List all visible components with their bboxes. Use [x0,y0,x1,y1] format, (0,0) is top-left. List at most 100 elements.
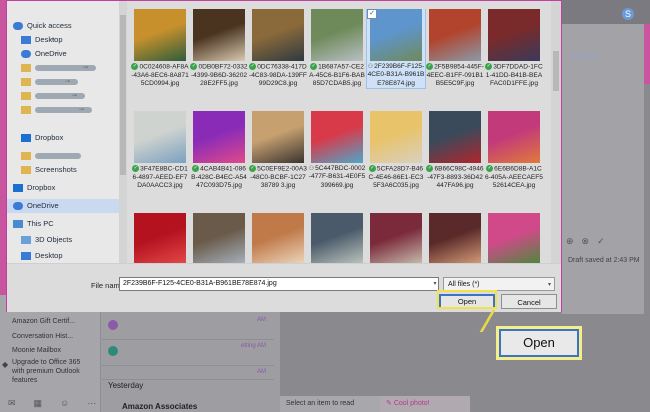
folder-icon [21,64,31,73]
file-name: ✓ 5CFA28D7-B46C-4E46-86E1-EC35F3A6C035.jp… [367,165,425,190]
sidebar-item[interactable]: ⊸ [7,61,96,75]
file-name-text: 6B66C98C-4946-47F3-8893-36D42447FA96.jpg [427,165,484,190]
sidebar-item[interactable]: Screenshots [7,163,77,177]
file-tile[interactable] [249,213,307,263]
sidebar-item-label: Dropbox [27,183,56,192]
synced-icon: ✓ [485,63,493,70]
skype-icon[interactable]: S [622,8,634,20]
draft-status: Draft saved at 2:43 PM [568,257,640,264]
file-tile[interactable]: ✓ 3DF7DDAD-1FC1-41DD-B41B-BEAFAC0D1FFE.jp… [485,9,543,88]
sidebar-item[interactable]: OneDrive ⊸ [7,47,67,61]
open-button-zoomed[interactable]: Open [499,329,579,357]
file-tile[interactable] [485,213,543,263]
computer-icon [13,220,23,229]
pin-icon[interactable]: ⊸ [65,75,70,89]
avatar [108,320,118,330]
sidebar-item[interactable]: Dropbox [7,181,55,195]
image-thumbnail [193,9,245,61]
sidebar-item[interactable]: This PC [7,217,54,231]
file-tile[interactable]: ✓ ⚇2F239B6F-F125-4CE0-B31A-B961BE78E874.j… [366,9,426,90]
sidebar-item-label: OneDrive [27,201,59,210]
image-thumbnail [193,213,245,263]
file-tile[interactable]: ⚇5C447BDC-0002-477F-B631-4E0F5399669.jpg [308,111,366,190]
sidebar-item-label [35,79,78,86]
file-name-text: 0DC76338-417D-4C83-98DA-139FF99D29C8.jpg [249,63,307,88]
file-tile[interactable] [131,213,189,263]
scrollbar-thumb[interactable] [553,51,559,91]
image-thumbnail [311,111,363,163]
upgrade-banner[interactable]: ◆ Upgrade to Office 365 with premium Outl… [2,358,92,385]
file-tile[interactable]: ✓ 3F47E8BC-CD16-4897-AEED-EF7DA0AACC3.jpg [131,111,189,190]
file-grid: ✓ 0C024608-AF8A-43A6-8EC6-8A8715CD0994.jp… [131,9,549,263]
file-name: ✓ 1B687A57-CE2A-45C6-B1F6-BAB85D7CDAB5.jp… [308,63,366,88]
sidebar-item[interactable]: ⊸ [7,75,78,89]
sidebar-item[interactable]: ⊸ [7,103,92,117]
reading-pane-hint: Select an item to read [280,396,380,412]
pin-icon[interactable]: ⊸ [79,103,84,117]
file-tile[interactable] [190,213,248,263]
message-row[interactable]: AM [102,365,274,380]
synced-icon: ✓ [192,165,200,172]
sender-name[interactable]: Amazon Associates [122,402,197,411]
file-name-text: 3DF7DDAD-1FC1-41DD-B41B-BEAFAC0D1FFE.jpg [485,63,543,88]
file-tile[interactable]: ✓ 1B687A57-CE2A-45C6-B1F6-BAB85D7CDAB5.jp… [308,9,366,88]
image-thumbnail [429,111,481,163]
file-type-select[interactable]: All files (*) ▾ [443,277,555,291]
nav-item-moonie-mailbox[interactable]: Moonie Mailbox [12,347,61,354]
sidebar-item[interactable]: Desktop ⊸ [7,33,63,47]
sidebar-item-label [35,93,85,100]
sidebar-item[interactable]: Dropbox [7,131,63,145]
synced-icon: ✓ [249,63,257,70]
sidebar-item-label: Quick access [27,21,72,30]
cancel-button[interactable]: Cancel [501,294,557,309]
draft-tab[interactable]: ✎ Cool photo! [380,396,470,412]
pin-icon[interactable]: ⊸ [83,61,88,75]
sidebar-item[interactable] [7,149,81,163]
file-tile[interactable] [308,213,366,263]
file-tile[interactable]: ✓ 0DB0BF72-0332-4399-9B6D-3620228E2FF5.jp… [190,9,248,88]
sidebar-item-label: Screenshots [35,165,77,174]
file-name-text: 0DB0BF72-0332-4399-9B6D-3620228E2FF5.jpg [190,63,248,88]
file-grid-scrollbar[interactable] [551,1,561,263]
file-name: ✓ 3DF7DDAD-1FC1-41DD-B41B-BEAFAC0D1FFE.jp… [485,63,543,88]
cc-bcc-links[interactable]: Cc Bcc [572,52,597,61]
message-row[interactable]: AM [102,313,274,340]
sidebar-item-label: Desktop [35,251,63,260]
file-tile[interactable]: ✓ 4CAB4B41-086B-428C-B4EC-A5447C093D75.jp… [190,111,248,190]
sidebar-item[interactable]: OneDrive [7,199,125,213]
file-tile[interactable]: ✓ 2F5B9854-445F-4EEC-B1FF-091B1B5E5C9F.jp… [426,9,484,88]
file-tile[interactable]: ✓ 6E6B6D8B-A1C6-405A-AEECAEF552614CEA.jpg [485,111,543,190]
filename-input[interactable] [119,277,439,291]
pin-icon[interactable]: ⊸ [49,33,54,47]
file-tile[interactable]: ✓ 0C024608-AF8A-43A6-8EC6-8A8715CD0994.jp… [131,9,189,88]
file-tile[interactable]: ✓ 5C0EF9E2-00A3-48C0-BCBF-1C2738789 3.jpg [249,111,307,190]
pin-icon[interactable]: ⊸ [54,47,59,61]
file-tile[interactable] [426,213,484,263]
navigation-pane: Quick access Desktop ⊸ OneDrive ⊸ ⊸ ⊸ ⊸ ⊸ Dropbox… [7,1,127,263]
image-thumbnail [370,111,422,163]
chevron-down-icon[interactable]: ▾ [430,277,440,291]
nav-item-conversation-history[interactable]: Conversation Hist... [12,333,73,340]
file-tile[interactable]: ✓ 0DC76338-417D-4C83-98DA-139FF99D29C8.jp… [249,9,307,88]
synced-icon: ✓ [132,165,140,172]
cube-icon [21,236,31,245]
pin-icon[interactable]: ⊸ [72,89,77,103]
sidebar-scrollbar[interactable] [119,1,127,263]
scrollbar-thumb[interactable] [120,15,126,175]
file-tile[interactable] [367,213,425,263]
file-name-text: 5CFA28D7-B46C-4E46-86E1-EC35F3A6C035.jpg [368,165,424,190]
synced-icon: ✓ [426,63,434,70]
file-tile[interactable]: ✓ 6B66C98C-4946-47F3-8893-36D42447FA96.jp… [426,111,484,190]
file-name: ✓ 6B66C98C-4946-47F3-8893-36D42447FA96.jp… [426,165,484,190]
message-row[interactable]: etting AM [102,339,274,366]
sidebar-item-label [35,153,81,160]
file-name: ✓ 0DC76338-417D-4C83-98DA-139FF99D29C8.jp… [249,63,307,88]
nav-item-amazon-gift[interactable]: Amazon Gift Certif... [12,318,75,325]
sidebar-item[interactable]: ⊸ [7,89,85,103]
sidebar-item[interactable]: Desktop [7,249,63,263]
file-tile[interactable]: ✓ 5CFA28D7-B46C-4E46-86E1-EC35F3A6C035.jp… [367,111,425,190]
bottom-nav-icons[interactable]: ✉▦☺⋯ [8,398,114,409]
sidebar-item[interactable]: Quick access [7,19,72,33]
sidebar-item[interactable]: 3D Objects [7,233,72,247]
checkbox[interactable]: ✓ [367,9,377,19]
